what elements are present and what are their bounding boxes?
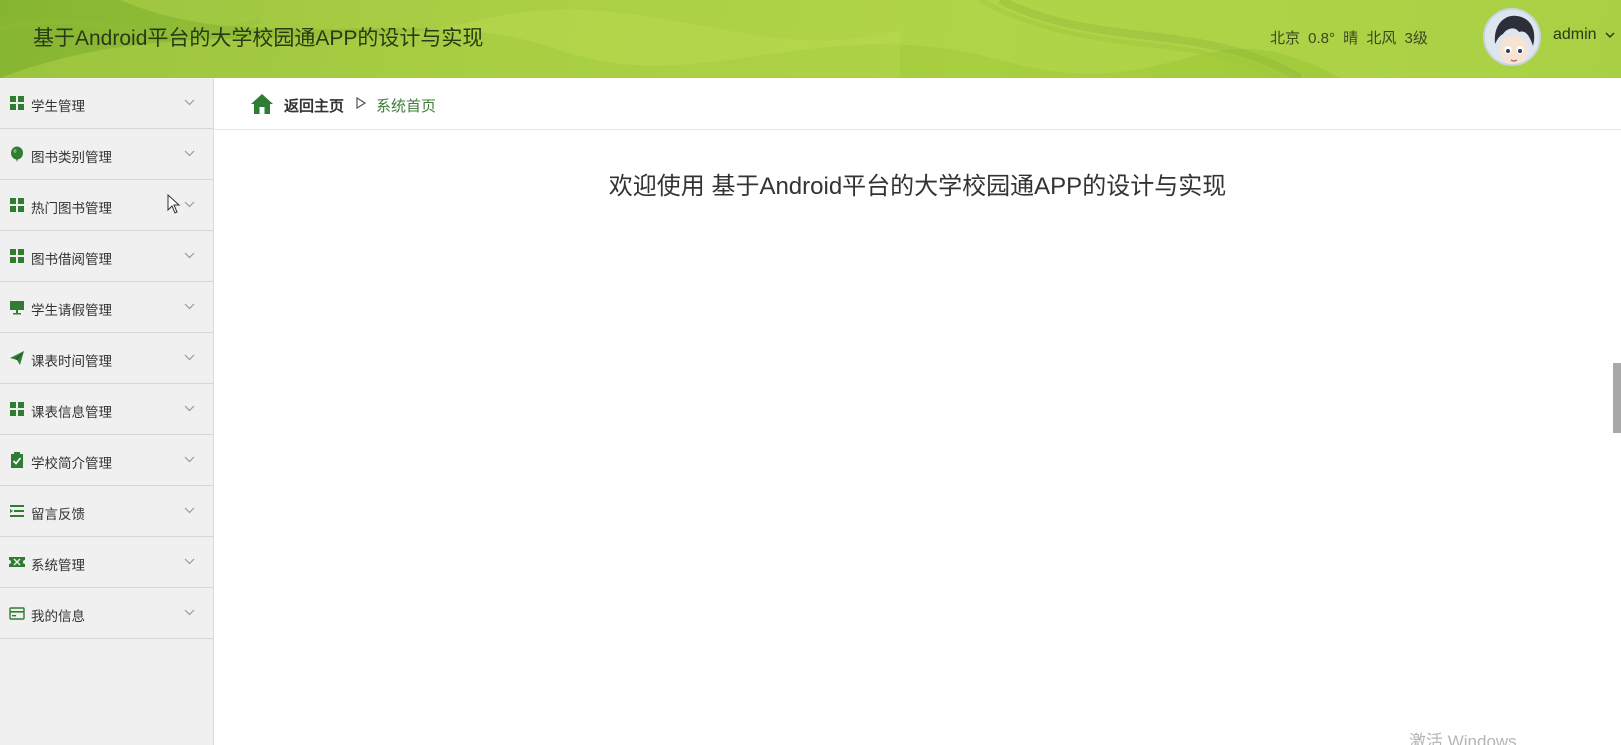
clipboard-check-icon [11, 452, 23, 468]
sidebar-item-label: 热门图书管理 [31, 201, 112, 216]
sidebar-item-label: 我的信息 [31, 609, 85, 624]
grid-icon [10, 198, 24, 212]
sidebar-item-label: 留言反馈 [31, 507, 85, 522]
top-header: 基于Android平台的大学校园通APP的设计与实现 北京 0.8° 晴 北风 … [0, 0, 1621, 78]
chevron-down-icon [184, 456, 195, 463]
card-icon [9, 607, 25, 620]
grid-icon [10, 249, 24, 263]
sidebar-item-my-info[interactable]: 我的信息 [0, 588, 214, 639]
anime-avatar-icon[interactable] [1483, 8, 1541, 66]
chevron-down-icon [184, 609, 195, 616]
sidebar-item-book-borrow[interactable]: 图书借阅管理 [0, 231, 214, 282]
chevron-down-icon [184, 99, 195, 106]
chevron-down-icon [184, 507, 195, 514]
home-icon[interactable] [250, 93, 274, 115]
chevron-down-icon [184, 558, 195, 565]
chevron-down-icon [184, 252, 195, 259]
scrollbar-thumb[interactable] [1613, 363, 1621, 433]
mouse-cursor-icon [167, 194, 181, 214]
grid-icon [10, 402, 24, 416]
sidebar-item-label: 图书类别管理 [31, 150, 112, 165]
user-menu-name[interactable]: admin [1553, 26, 1597, 44]
welcome-heading: 欢迎使用 基于Android平台的大学校园通APP的设计与实现 [608, 173, 1227, 200]
paper-plane-icon [10, 351, 24, 365]
sidebar-item-label: 学生管理 [31, 99, 85, 114]
balloon-icon [11, 146, 23, 162]
sidebar-item-label: 图书借阅管理 [31, 252, 112, 267]
sidebar-item-label: 课表信息管理 [31, 405, 112, 420]
chevron-down-icon [184, 303, 195, 310]
breadcrumb-separator-icon [356, 97, 366, 109]
sidebar-item-system[interactable]: 系统管理 [0, 537, 214, 588]
grid-icon [10, 96, 24, 110]
sidebar-item-school-intro[interactable]: 学校简介管理 [0, 435, 214, 486]
monitor-icon [10, 301, 24, 315]
sidebar-item-student-leave[interactable]: 学生请假管理 [0, 282, 214, 333]
breadcrumb-home-link[interactable]: 返回主页 [284, 95, 344, 116]
breadcrumb-current-page[interactable]: 系统首页 [376, 95, 436, 116]
breadcrumb: 返回主页 系统首页 [214, 78, 1621, 130]
sidebar-item-label: 系统管理 [31, 558, 85, 573]
sidebar-item-label: 课表时间管理 [31, 354, 112, 369]
windows-activation-watermark: 激活 Windows [1409, 732, 1517, 745]
weather-info: 北京 0.8° 晴 北风 3级 [1270, 30, 1428, 47]
chevron-down-icon[interactable] [1605, 31, 1615, 39]
sidebar-item-timetable-time[interactable]: 课表时间管理 [0, 333, 214, 384]
sidebar-item-timetable-info[interactable]: 课表信息管理 [0, 384, 214, 435]
sidebar-item-student[interactable]: 学生管理 [0, 78, 214, 129]
chevron-down-icon [184, 201, 195, 208]
sidebar-item-label: 学生请假管理 [31, 303, 112, 318]
sidebar-item-feedback[interactable]: 留言反馈 [0, 486, 214, 537]
sidebar-item-hot-books[interactable]: 热门图书管理 [0, 180, 214, 231]
sidebar-item-book-category[interactable]: 图书类别管理 [0, 129, 214, 180]
sidebar-item-label: 学校简介管理 [31, 456, 112, 471]
app-title: 基于Android平台的大学校园通APP的设计与实现 [33, 27, 484, 50]
chevron-down-icon [184, 150, 195, 157]
sidebar-menu: 学生管理 图书类别管理 热门图书管理 图书借阅管理 学生请假管理 课表时间管理 … [0, 78, 214, 745]
chevron-down-icon [184, 405, 195, 412]
chevron-down-icon [184, 354, 195, 361]
ticket-icon [9, 557, 25, 567]
list-indent-icon [10, 505, 24, 517]
